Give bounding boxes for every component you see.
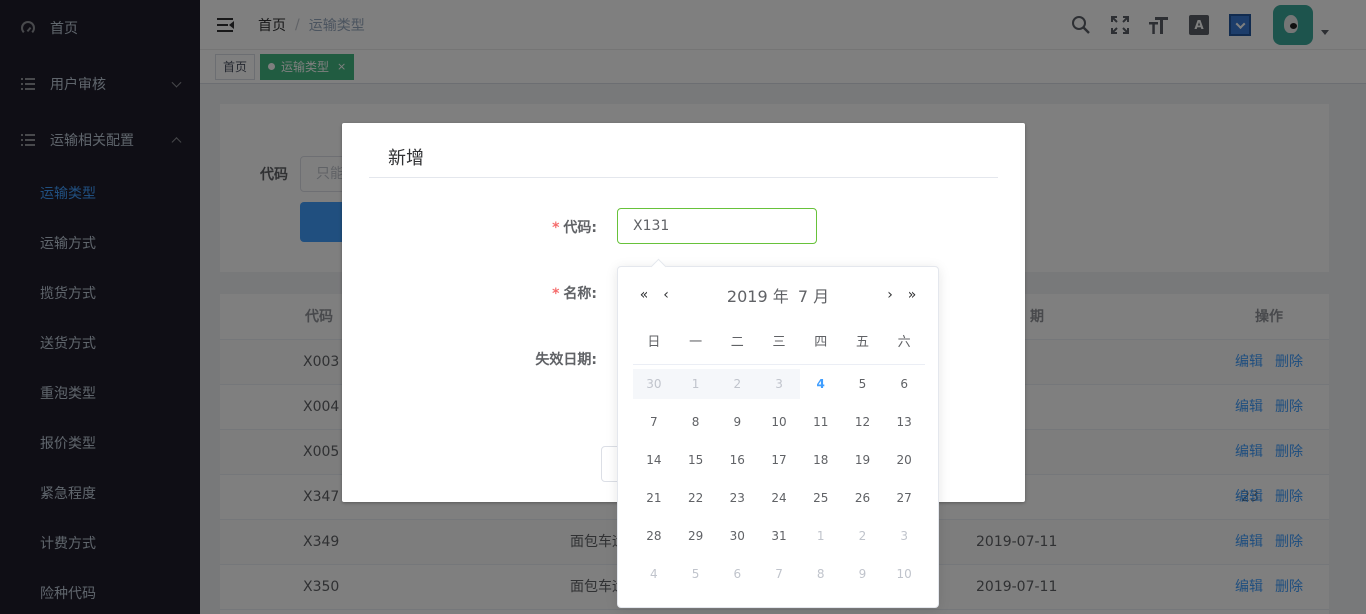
- week-row: 28 29 30 31 1 2 3: [633, 521, 925, 551]
- date-cell[interactable]: 17: [758, 445, 800, 475]
- weekday-label: 五: [855, 335, 869, 350]
- date-cell[interactable]: 22: [675, 483, 717, 513]
- date-cell: 3: [758, 369, 800, 399]
- weekday-label: 二: [730, 335, 744, 350]
- date-cell[interactable]: 5: [675, 559, 717, 589]
- date-cell[interactable]: 7: [758, 559, 800, 589]
- date-cell[interactable]: 4: [633, 559, 675, 589]
- dialog-title: 新增: [388, 148, 424, 169]
- week-row: 14 15 16 17 18 19 20: [633, 445, 925, 475]
- date-cell[interactable]: 20: [883, 445, 925, 475]
- weekday-label: 六: [897, 335, 911, 350]
- picker-year[interactable]: 2019 年: [727, 287, 789, 306]
- date-cell[interactable]: 13: [883, 407, 925, 437]
- next-month-icon[interactable]: ›: [880, 285, 900, 305]
- date-cell[interactable]: 26: [842, 483, 884, 513]
- date-cell[interactable]: 3: [883, 521, 925, 551]
- date-picker-title: 2019 年 7 月: [725, 283, 831, 307]
- date-cell[interactable]: 23: [716, 483, 758, 513]
- date-cell: 1: [674, 369, 717, 399]
- date-cell[interactable]: 5: [842, 369, 884, 399]
- date-cell[interactable]: 15: [675, 445, 717, 475]
- weekday-label: 一: [689, 335, 703, 350]
- date-cell[interactable]: 19: [842, 445, 884, 475]
- date-cell[interactable]: 12: [842, 407, 884, 437]
- date-picker: « ‹ 2019 年 7 月 › » 日一二三四五六 30 1 2 3 4 5 6 7 8 9 10…: [617, 266, 939, 608]
- weekday-label: 日: [647, 335, 661, 350]
- date-picker-header: « ‹ 2019 年 7 月 › »: [630, 281, 926, 309]
- week-row: 7 8 9 10 11 12 13: [633, 407, 925, 437]
- date-cell[interactable]: 2: [842, 521, 884, 551]
- weekday-header: 日一二三四五六: [633, 331, 925, 365]
- date-cell[interactable]: 10: [758, 407, 800, 437]
- dialog-divider: [369, 177, 998, 178]
- date-cell[interactable]: 18: [800, 445, 842, 475]
- week-row: 30 1 2 3 4 5 6: [633, 369, 925, 399]
- date-cell[interactable]: 9: [716, 407, 758, 437]
- picker-month[interactable]: 7 月: [798, 287, 829, 306]
- date-cell[interactable]: 8: [800, 559, 842, 589]
- date-cell[interactable]: 28: [633, 521, 675, 551]
- code-input[interactable]: X131: [617, 208, 817, 244]
- date-cell[interactable]: 8: [675, 407, 717, 437]
- weekday-label: 四: [814, 335, 828, 350]
- date-cell[interactable]: 30: [716, 521, 758, 551]
- code-label: * 代码:: [552, 220, 597, 236]
- weekday-label: 三: [772, 335, 786, 350]
- date-cell[interactable]: 31: [758, 521, 800, 551]
- date-cell[interactable]: 14: [633, 445, 675, 475]
- date-cell[interactable]: 9: [842, 559, 884, 589]
- date-cell: 2: [716, 369, 759, 399]
- expire-date-label: 失效日期:: [535, 352, 597, 368]
- required-mark: *: [552, 220, 560, 236]
- date-cell[interactable]: 29: [675, 521, 717, 551]
- week-row: 4 5 6 7 8 9 10: [633, 559, 925, 589]
- prev-year-icon[interactable]: «: [634, 285, 654, 305]
- prev-month-icon[interactable]: ‹: [656, 285, 676, 305]
- date-cell[interactable]: 25: [800, 483, 842, 513]
- date-cell[interactable]: 1: [800, 521, 842, 551]
- date-cell-today[interactable]: 4: [800, 369, 842, 399]
- next-year-icon[interactable]: »: [902, 285, 922, 305]
- date-cell: 30: [633, 369, 675, 399]
- date-cell[interactable]: 21: [633, 483, 675, 513]
- date-cell[interactable]: 6: [716, 559, 758, 589]
- date-cell[interactable]: 10: [883, 559, 925, 589]
- name-label: * 名称:: [552, 286, 597, 302]
- date-cell[interactable]: 24: [758, 483, 800, 513]
- week-row: 21 22 23 24 25 26 27: [633, 483, 925, 513]
- date-cell[interactable]: 6: [883, 369, 925, 399]
- date-cell[interactable]: 11: [800, 407, 842, 437]
- date-cell[interactable]: 7: [633, 407, 675, 437]
- date-cell[interactable]: 16: [716, 445, 758, 475]
- date-cell[interactable]: 27: [883, 483, 925, 513]
- required-mark: *: [552, 286, 560, 302]
